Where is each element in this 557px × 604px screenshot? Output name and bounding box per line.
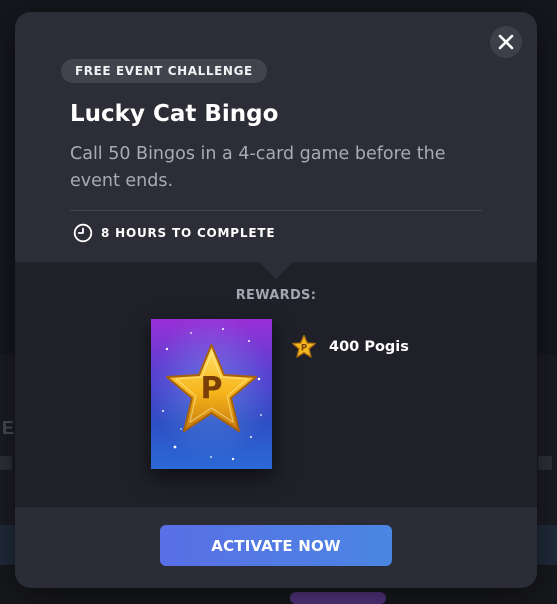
close-button[interactable]	[490, 26, 522, 58]
rewards-heading: REWARDS:	[235, 288, 317, 303]
card-letter: P	[201, 371, 223, 406]
challenge-title: Lucky Cat Bingo	[70, 101, 279, 127]
modal-header-section: FREE EVENT CHALLENGE Lucky Cat Bingo Cal…	[15, 12, 537, 279]
pogi-star-icon: P	[292, 334, 316, 358]
background-text-fragment: E	[2, 418, 15, 438]
close-icon	[498, 34, 514, 50]
modal-footer: ACTIVATE NOW	[15, 507, 537, 588]
duration-row: 8 HOURS TO COMPLETE	[73, 222, 275, 244]
activate-now-button[interactable]: ACTIVATE NOW	[160, 525, 392, 566]
clock-icon	[73, 223, 93, 243]
challenge-modal: FREE EVENT CHALLENGE Lucky Cat Bingo Cal…	[15, 12, 537, 588]
divider	[70, 210, 482, 211]
reward-label: 400 Pogis	[329, 339, 409, 355]
background-text-fragment	[538, 456, 552, 470]
svg-text:P: P	[301, 344, 307, 354]
background-pill	[290, 592, 386, 604]
pogi-card-image: P	[151, 319, 272, 469]
duration-label: 8 HOURS TO COMPLETE	[101, 226, 276, 240]
background-text-fragment	[0, 456, 12, 470]
challenge-description: Call 50 Bingos in a 4-card game before t…	[70, 144, 446, 191]
reward-item: P 400 Pogis	[291, 334, 409, 360]
event-badge: FREE EVENT CHALLENGE	[61, 59, 267, 83]
